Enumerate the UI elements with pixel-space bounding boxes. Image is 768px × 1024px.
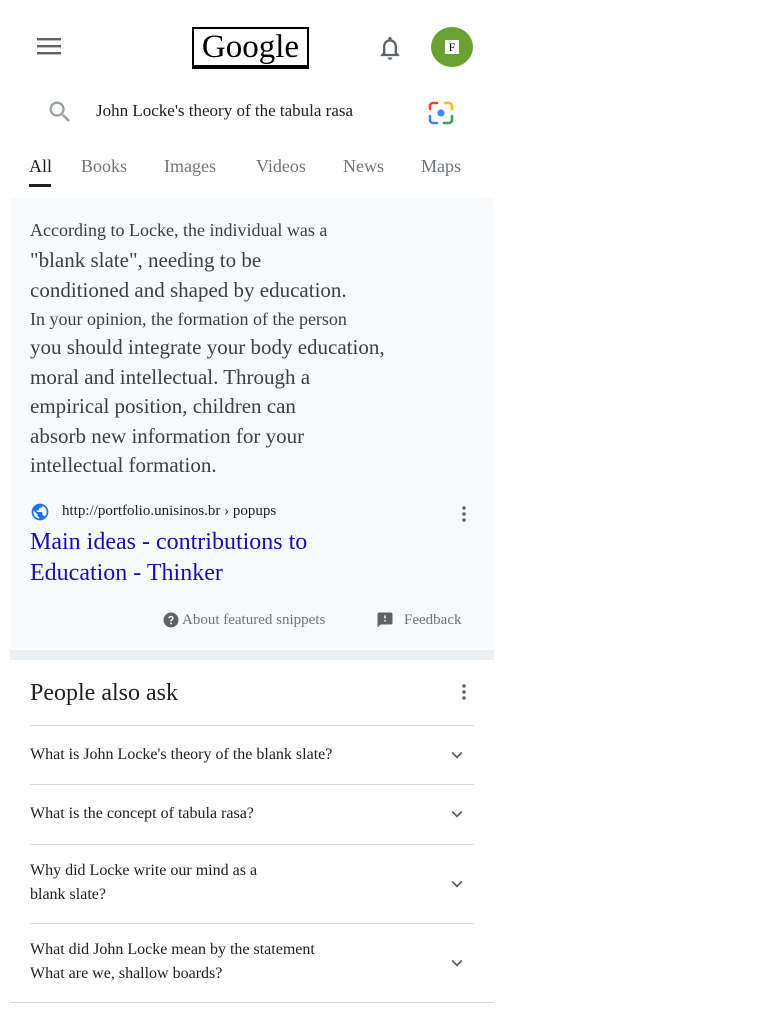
chevron-down-icon [451, 880, 463, 888]
people-also-ask: People also ask What is John Locke's the… [10, 660, 494, 1024]
result-title-line: Main ideas - contributions to [30, 529, 308, 555]
more-options-icon[interactable] [454, 504, 474, 524]
active-tab-indicator [29, 184, 51, 187]
search-icon[interactable] [46, 98, 74, 126]
result-source: http://portfolio.unisinos.br › popups [30, 500, 474, 524]
source-url[interactable]: http://portfolio.unisinos.br › popups [62, 503, 276, 520]
question-item[interactable]: What did John Locke mean by the statemen… [30, 923, 474, 1003]
tab-news[interactable]: News [343, 156, 384, 177]
question-line: What is John Locke's theory of the blank… [30, 746, 333, 763]
list-bottom-divider [10, 1002, 494, 1003]
snippet-line: intellectual formation. [30, 453, 217, 477]
snippet-line: According to Locke, the individual was a [30, 220, 328, 240]
question-item[interactable]: What is John Locke's theory of the blank… [30, 725, 474, 785]
question-text: What is the concept of tabula rasa? [30, 802, 360, 826]
search-input[interactable] [96, 96, 416, 126]
question-item[interactable]: What is the concept of tabula rasa? [30, 784, 474, 844]
notification-bell-icon[interactable] [376, 34, 404, 62]
snippet-line: absorb new information for your [30, 423, 305, 448]
question-line: blank slate? [30, 886, 106, 903]
snippet-line: moral and intellectual. Through a [30, 364, 311, 389]
snippet-text: According to Locke, the individual was a… [30, 216, 450, 481]
tab-images[interactable]: Images [164, 156, 216, 177]
question-text: What is John Locke's theory of the blank… [30, 743, 360, 767]
question-line: What are we, shallow boards? [30, 965, 223, 982]
question-line: What did John Locke mean by the statemen… [30, 941, 315, 958]
people-also-ask-title: People also ask [30, 680, 178, 706]
snippet-line: empirical position, children can [30, 394, 296, 418]
featured-snippet: According to Locke, the individual was a… [10, 198, 494, 648]
feedback-label: Feedback [404, 611, 462, 628]
feedback-button[interactable]: Feedback [376, 609, 461, 631]
google-lens-icon[interactable] [427, 100, 455, 126]
hamburger-menu-icon[interactable] [36, 35, 62, 57]
results-column: Google F All Books Images Videos News Ma… [10, 0, 494, 1024]
result-title-line: Education - Thinker [30, 560, 223, 586]
tab-all[interactable]: All [29, 156, 52, 177]
more-options-icon[interactable] [454, 682, 474, 702]
section-divider [10, 650, 494, 660]
chevron-down-icon [451, 959, 463, 967]
question-item[interactable]: Why did Locke write our mind as a blank … [30, 844, 474, 924]
snippet-line: In your opinion, the formation of the pe… [30, 309, 347, 329]
top-header: Google F [10, 0, 494, 90]
snippet-line: "blank slate", needing to be [30, 248, 262, 272]
tab-maps[interactable]: Maps [421, 156, 461, 177]
tab-books[interactable]: Books [81, 156, 127, 177]
question-line: What is the concept of tabula rasa? [30, 805, 254, 822]
tab-videos[interactable]: Videos [256, 156, 306, 177]
question-text: What did John Locke mean by the statemen… [30, 938, 360, 986]
search-bar [10, 90, 494, 134]
chevron-down-icon [451, 751, 463, 759]
feedback-icon [377, 612, 393, 628]
account-avatar[interactable]: F [431, 27, 473, 67]
help-icon [163, 612, 179, 628]
about-featured-snippets[interactable]: About featured snippets [162, 609, 325, 631]
chevron-down-icon [451, 810, 463, 818]
globe-icon [31, 503, 49, 521]
search-tabs: All Books Images Videos News Maps [10, 144, 494, 196]
question-line: Why did Locke write our mind as a [30, 862, 258, 879]
snippet-line: you should integrate your body education… [30, 335, 385, 359]
snippet-line: conditioned and shaped by education. [30, 278, 347, 302]
avatar-letter: F [445, 40, 459, 54]
question-text: Why did Locke write our mind as a blank … [30, 859, 360, 907]
about-featured-snippets-label: About featured snippets [182, 611, 326, 628]
google-logo[interactable]: Google [192, 27, 309, 69]
result-title-link[interactable]: Main ideas - contributions to Education … [30, 527, 450, 589]
